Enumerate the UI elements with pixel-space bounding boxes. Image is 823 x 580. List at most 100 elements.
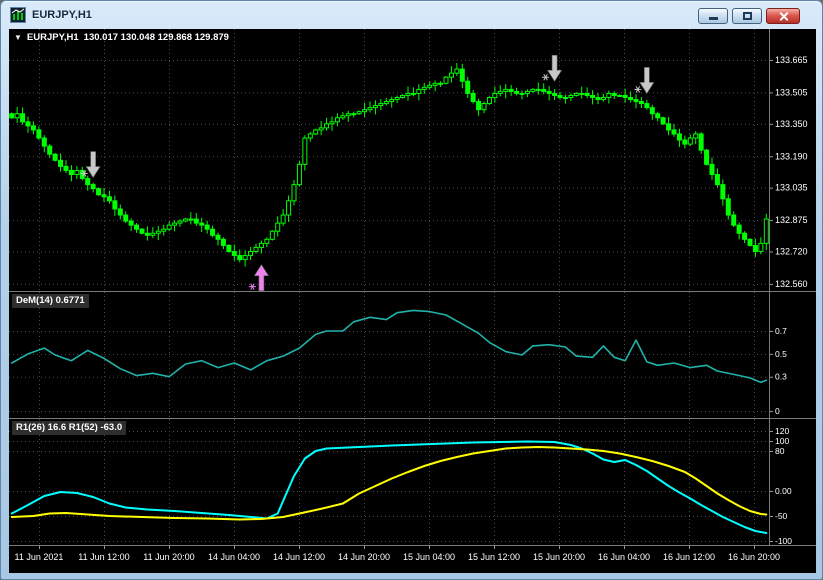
y-axis-label: 0.7 — [775, 326, 787, 336]
price-canvas[interactable]: 133.665 133.505 133.350 133.190 133.035 132.8… — [9, 29, 816, 291]
candle-body — [595, 96, 601, 101]
candle — [725, 194, 731, 220]
y-axis-label: 100 — [775, 436, 789, 446]
minimize-button[interactable] — [698, 8, 728, 24]
candle-body — [193, 218, 199, 224]
time-axis-label: 16 Jun 20:00 — [728, 552, 780, 562]
sell-arrow-icon[interactable] — [80, 151, 101, 179]
indicator-line — [10, 309, 768, 384]
candle-body — [144, 232, 150, 236]
candle-body — [112, 200, 118, 210]
candle-body — [552, 92, 558, 96]
candle — [199, 217, 205, 233]
candle — [503, 84, 509, 99]
candle-body — [649, 107, 655, 115]
y-axis-label: 0.5 — [775, 349, 787, 359]
arrow-shape — [639, 67, 655, 94]
candle-body — [85, 178, 91, 186]
candle-body — [720, 184, 726, 200]
candle — [106, 190, 112, 204]
candle-body — [242, 255, 248, 261]
candle-body — [427, 84, 433, 88]
sell-arrow-icon[interactable] — [542, 54, 563, 82]
candle — [763, 213, 769, 251]
candle — [204, 220, 210, 234]
candle-body — [459, 68, 465, 82]
time-axis-label: 15 Jun 04:00 — [403, 552, 455, 562]
candle-body — [497, 90, 503, 94]
candle — [736, 222, 742, 240]
candle-body — [345, 113, 351, 117]
candle — [595, 93, 601, 104]
candle — [514, 87, 520, 96]
candle — [96, 187, 102, 196]
candle-body — [362, 109, 368, 113]
candle-body — [9, 113, 15, 119]
candle — [552, 88, 558, 100]
candle — [470, 89, 476, 104]
candle — [334, 113, 340, 127]
sell-arrow-icon[interactable] — [634, 67, 655, 94]
y-axis-label: 132.720 — [775, 246, 808, 256]
candle-body — [736, 224, 742, 234]
candle — [497, 85, 503, 97]
candle-body — [161, 228, 167, 232]
candle-body — [68, 169, 74, 175]
candle-body — [258, 242, 264, 248]
candle — [41, 135, 47, 153]
title-bar[interactable]: EURJPY,H1 — [1, 1, 822, 29]
chart-client-area[interactable]: 133.665 133.505 133.350 133.190 133.035 132.8… — [9, 29, 816, 573]
candle-body — [438, 82, 444, 85]
candle-body — [492, 92, 498, 98]
candle — [20, 107, 26, 125]
r1-canvas[interactable]: 12010080 0.00 -50 -100 — [9, 419, 816, 545]
candle-body — [671, 129, 677, 135]
dem-canvas[interactable]: 0.7 0.5 0.3 0 — [9, 292, 816, 418]
maximize-button[interactable] — [732, 8, 762, 24]
time-axis-canvas[interactable]: 11 Jun 2021 11 Jun 12:00 11 Jun 20:00 14 Ju… — [9, 546, 816, 573]
price-panel[interactable]: 133.665 133.505 133.350 133.190 133.035 132.8… — [9, 29, 816, 291]
candle — [535, 82, 541, 95]
close-icon — [778, 11, 789, 22]
time-axis-label: 14 Jun 04:00 — [208, 552, 260, 562]
candle — [296, 160, 302, 187]
candle — [579, 86, 585, 99]
candle-body — [742, 232, 748, 240]
candle-body — [535, 88, 541, 91]
candle-body — [530, 88, 536, 92]
candle — [264, 237, 270, 248]
close-button[interactable] — [766, 8, 800, 24]
candle-body — [139, 228, 145, 234]
candle-body — [541, 88, 547, 92]
y-axis-label: 133.190 — [775, 151, 808, 161]
candle — [58, 153, 64, 172]
candle — [421, 82, 427, 94]
y-axis-label: -50 — [775, 511, 788, 521]
candle — [687, 134, 693, 147]
candle-body — [58, 159, 64, 167]
candle — [671, 123, 677, 137]
candle — [112, 195, 118, 216]
dem-indicator-panel[interactable]: 0.7 0.5 0.3 0 DeM(14) 0.6771 — [9, 292, 816, 418]
candle — [313, 128, 319, 136]
candle — [90, 182, 96, 193]
candle-body — [20, 113, 26, 123]
maximize-icon — [742, 12, 752, 20]
y-axis-label: 133.665 — [775, 55, 808, 65]
y-axis-label: 0.00 — [775, 486, 792, 496]
candle — [231, 244, 237, 261]
candle-body — [14, 113, 20, 119]
candle-body — [443, 76, 449, 84]
time-axis[interactable]: 11 Jun 2021 11 Jun 12:00 11 Jun 20:00 14 Ju… — [9, 546, 816, 573]
candle — [606, 90, 612, 104]
candle — [101, 187, 107, 203]
r1-indicator-panel[interactable]: 120 100 80 0.00 -50 -100 R1(26) 16.6 R1(52) -… — [9, 419, 816, 545]
y-axis-label: 132.560 — [775, 279, 808, 289]
candle-body — [416, 88, 422, 94]
candle — [329, 116, 335, 131]
candle-body — [155, 230, 161, 234]
buy-arrow-icon[interactable] — [248, 264, 269, 291]
candle — [617, 94, 623, 97]
candle — [633, 94, 639, 109]
candle — [226, 244, 232, 253]
